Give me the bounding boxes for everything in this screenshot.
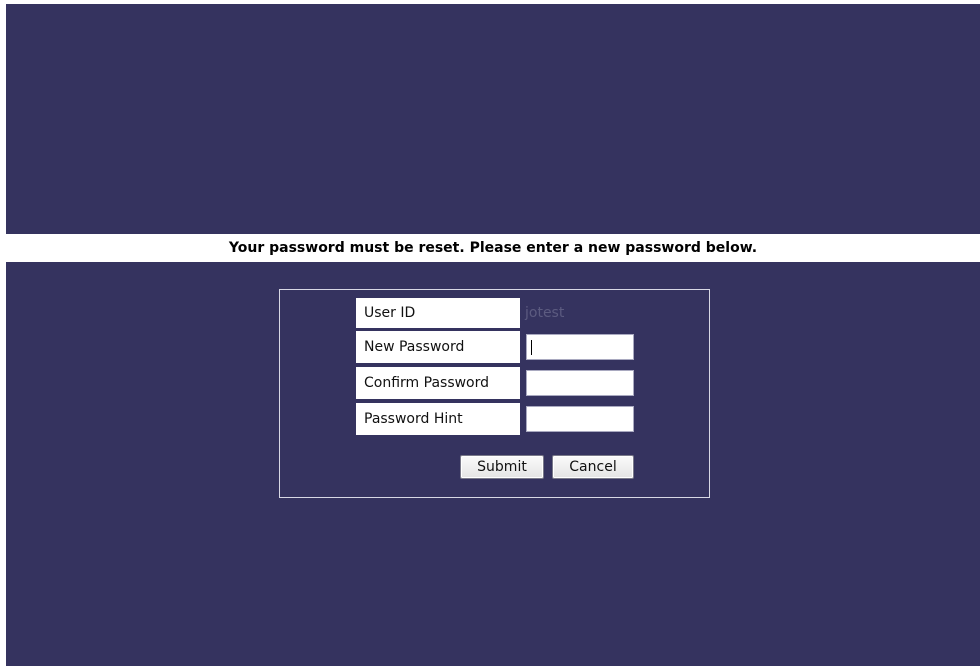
confirm-password-label: Confirm Password [356,367,520,399]
password-hint-field[interactable] [526,406,634,432]
text-caret [531,340,532,355]
user-id-value: jotest [525,305,565,321]
password-reset-form: User ID jotest New Password Confirm Pass… [279,289,710,498]
cancel-button[interactable]: Cancel [552,455,634,479]
submit-button[interactable]: Submit [460,455,544,479]
page-background: Your password must be reset. Please ente… [6,4,980,666]
new-password-label: New Password [356,331,520,363]
reset-message-text: Your password must be reset. Please ente… [228,240,758,256]
new-password-field[interactable] [526,334,634,360]
confirm-password-field[interactable] [526,370,634,396]
password-hint-label: Password Hint [356,403,520,435]
user-id-label: User ID [356,298,520,328]
reset-message-banner: Your password must be reset. Please ente… [6,234,980,262]
